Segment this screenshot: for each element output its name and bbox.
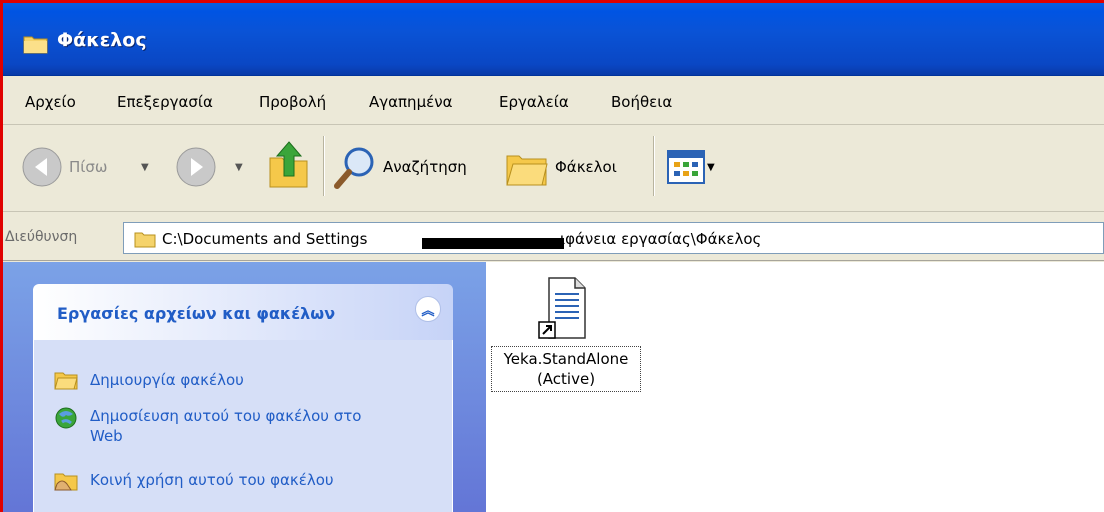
task-publish-web-label: Δημοσίευση αυτού του φακέλου στο Web [90,407,362,445]
folders-label: Φάκελοι [555,158,617,176]
menu-view[interactable]: Προβολή [259,93,326,111]
folder-icon [23,34,49,58]
address-path-end: ιφάνεια εργασίας\Φάκελος [560,230,762,248]
search-button[interactable]: Αναζήτηση [333,144,467,190]
task-new-folder-label: Δημιουργία φακέλου [90,371,244,389]
redaction-bar [422,238,564,249]
file-list: Yeka.StandAlone (Active) [486,262,1104,512]
task-panel-title: Εργασίες αρχείων και φακέλων [57,304,336,323]
forward-button[interactable] [175,146,217,188]
forward-dropdown-icon[interactable]: ▼ [235,162,243,173]
menu-favorites[interactable]: Αγαπημένα [369,93,452,111]
menu-edit[interactable]: Επεξεργασία [117,93,213,111]
folder-up-icon [269,141,308,188]
toolbar: Πίσω ▼ ▼ Αναζήτηση Φάκελοι ▼ [3,126,1104,212]
views-dropdown-icon: ▼ [707,161,715,173]
file-folder-tasks-panel: Εργασίες αρχείων και φακέλων ︽ Δημιουργί… [33,284,453,512]
title-bar[interactable]: Φάκελος [3,3,1104,76]
task-share-folder-label: Κοινή χρήση αυτού του φακέλου [90,471,334,489]
task-panel-header[interactable]: Εργασίες αρχείων και φακέλων ︽ [33,284,453,340]
menu-bar: Αρχείο Επεξεργασία Προβολή Αγαπημένα Εργ… [3,77,1104,125]
task-publish-web[interactable]: Δημοσίευση αυτού του φακέλου στο Web [54,406,390,446]
content-area: Εργασίες αρχείων και φακέλων ︽ Δημιουργί… [3,262,1104,512]
back-arrow-icon [22,147,62,187]
address-bar: Διεύθυνση C:\Documents and Settings ιφάν… [3,213,1104,261]
task-panel-body: Δημιουργία φακέλου Δημοσίευση αυτού του … [33,340,453,512]
toolbar-separator [653,136,654,196]
search-icon [334,147,374,189]
menu-help[interactable]: Βοήθεια [611,93,672,111]
folders-button[interactable]: Φάκελοι [505,146,617,188]
file-name: Yeka.StandAlone (Active) [491,346,641,392]
views-grid-icon [667,150,705,184]
views-button[interactable]: ▼ [667,150,715,184]
address-input[interactable]: C:\Documents and Settings ιφάνεια εργασί… [123,222,1104,254]
new-folder-icon [54,372,78,390]
task-new-folder[interactable]: Δημιουργία φακέλου [54,370,244,390]
globe-icon [55,407,77,429]
folder-icon [134,230,156,252]
task-share-folder[interactable]: Κοινή χρήση αυτού του φακέλου [54,470,334,492]
window-title: Φάκελος [57,29,147,51]
menu-tools[interactable]: Εργαλεία [499,93,569,111]
toolbar-separator [323,136,324,196]
share-folder-icon [54,473,78,491]
back-dropdown-icon[interactable]: ▼ [141,162,149,173]
folders-icon [506,155,548,186]
back-label: Πίσω [69,158,108,176]
up-button[interactable] [267,140,311,190]
menu-file[interactable]: Αρχείο [25,93,76,111]
back-button[interactable]: Πίσω [21,146,107,188]
document-shortcut-icon [535,276,595,348]
search-label: Αναζήτηση [383,158,467,176]
forward-arrow-icon [176,147,216,187]
task-pane: Εργασίες αρχείων και φακέλων ︽ Δημιουργί… [3,262,486,512]
address-label: Διεύθυνση [5,229,78,245]
address-path-start: C:\Documents and Settings [162,230,368,248]
explorer-window: Φάκελος Αρχείο Επεξεργασία Προβολή Αγαπη… [0,0,1104,512]
collapse-chevron-icon[interactable]: ︽ [415,296,441,322]
